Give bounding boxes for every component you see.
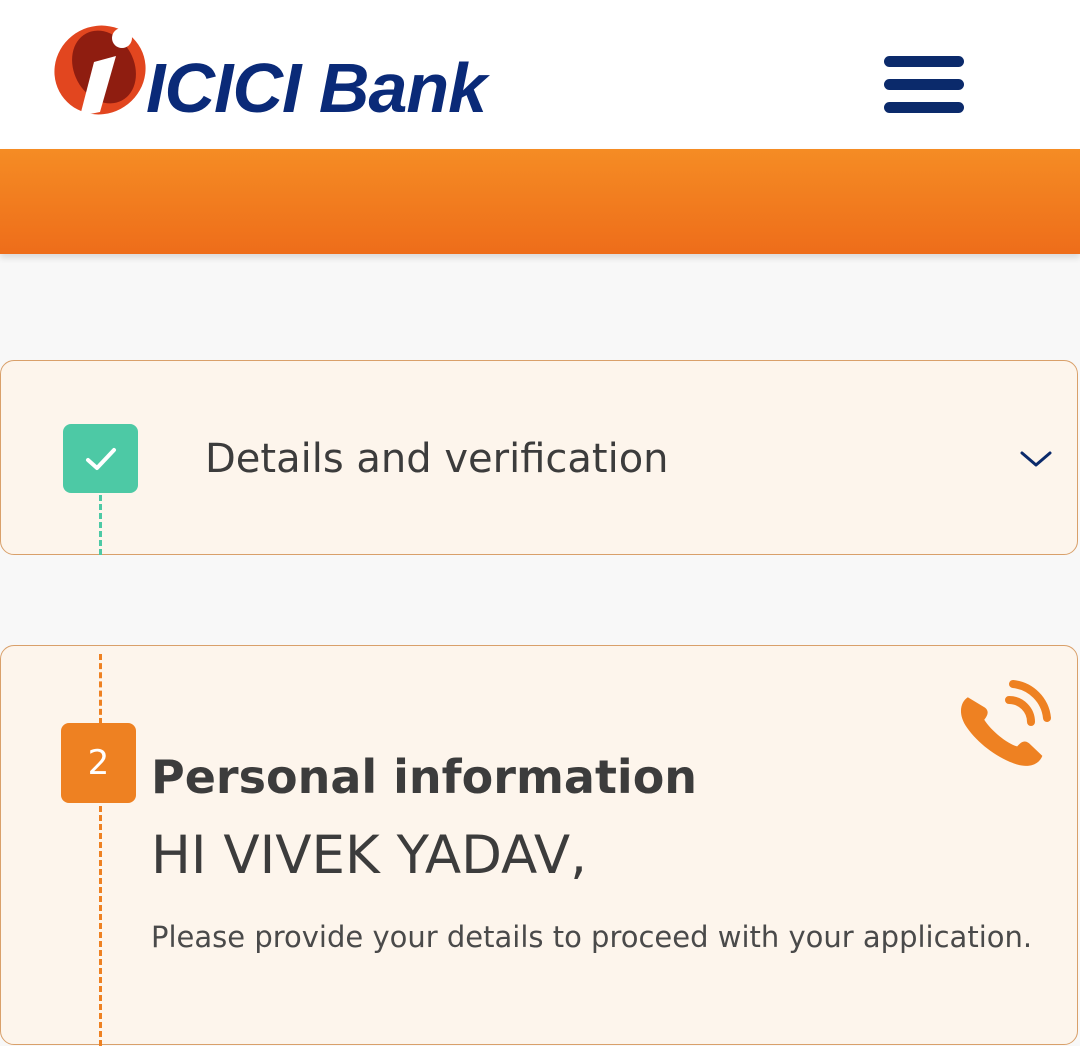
phone-call-icon[interactable] [951,676,1056,776]
step-connector [99,495,102,555]
step-complete-badge [63,424,138,493]
checkmark-icon [86,448,116,470]
step-connector-bottom [99,806,102,1046]
step-title: Details and verification [205,436,669,482]
user-greeting: HI VIVEK YADAV, [151,825,587,886]
step-connector-top [99,654,102,724]
icici-logo-mark-icon [54,25,146,116]
instruction-text: Please provide your details to proceed w… [151,920,1033,954]
section-title: Personal information [151,750,698,804]
step-card-personal-information: 2 Personal information HI VIVEK YADAV, P… [0,645,1078,1046]
app-header: ICICI Bank [0,0,1080,149]
hamburger-menu-icon[interactable] [880,50,968,120]
header-banner [0,149,1080,254]
step-number-badge: 2 [61,723,136,803]
brand-name: ICICI Bank [146,49,487,127]
chevron-down-icon[interactable] [1011,443,1061,473]
step-card-details-verification[interactable]: Details and verification [0,360,1078,555]
icici-bank-logo[interactable]: ICICI Bank [50,12,590,127]
